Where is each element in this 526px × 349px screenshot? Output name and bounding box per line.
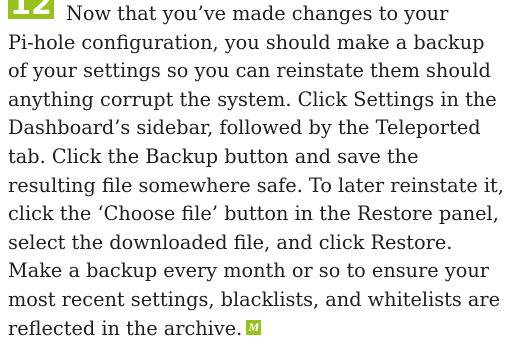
paragraph-line-3: of your settings so you can reinstate th… [8,59,491,83]
paragraph-line-9: select the downloaded file, and click Re… [8,230,453,254]
paragraph-line-8: click the ‘Choose file’ button in the Re… [8,202,499,226]
paragraph-line-4: anything corrupt the system. Click Setti… [8,87,497,111]
step-paragraph: 12 Now that you’ve made changes to your P… [8,0,523,343]
end-mark-icon: M [246,320,262,336]
paragraph-line-10: Make a backup every month or so to ensur… [8,259,489,283]
paragraph-line-12-text: reflected in the archive. [8,316,243,340]
paragraph-line-2: Pi-hole configuration, you should make a… [8,30,485,54]
paragraph-line-1: 12 Now that you’ve made changes to your [8,0,523,29]
paragraph-line-12: reflected in the archive. M [8,315,523,344]
paragraph-line-1-text: Now that you’ve made changes to your [66,2,449,25]
step-number-badge: 12 [8,0,54,19]
paragraph-line-11: most recent settings, blacklists, and wh… [8,287,501,311]
paragraph-line-6: tab. Click the Backup button and save th… [8,144,419,168]
paragraph-line-5: Dashboard’s sidebar, followed by the Tel… [8,116,481,140]
paragraph-line-7: resulting file somewhere safe. To later … [8,173,504,197]
